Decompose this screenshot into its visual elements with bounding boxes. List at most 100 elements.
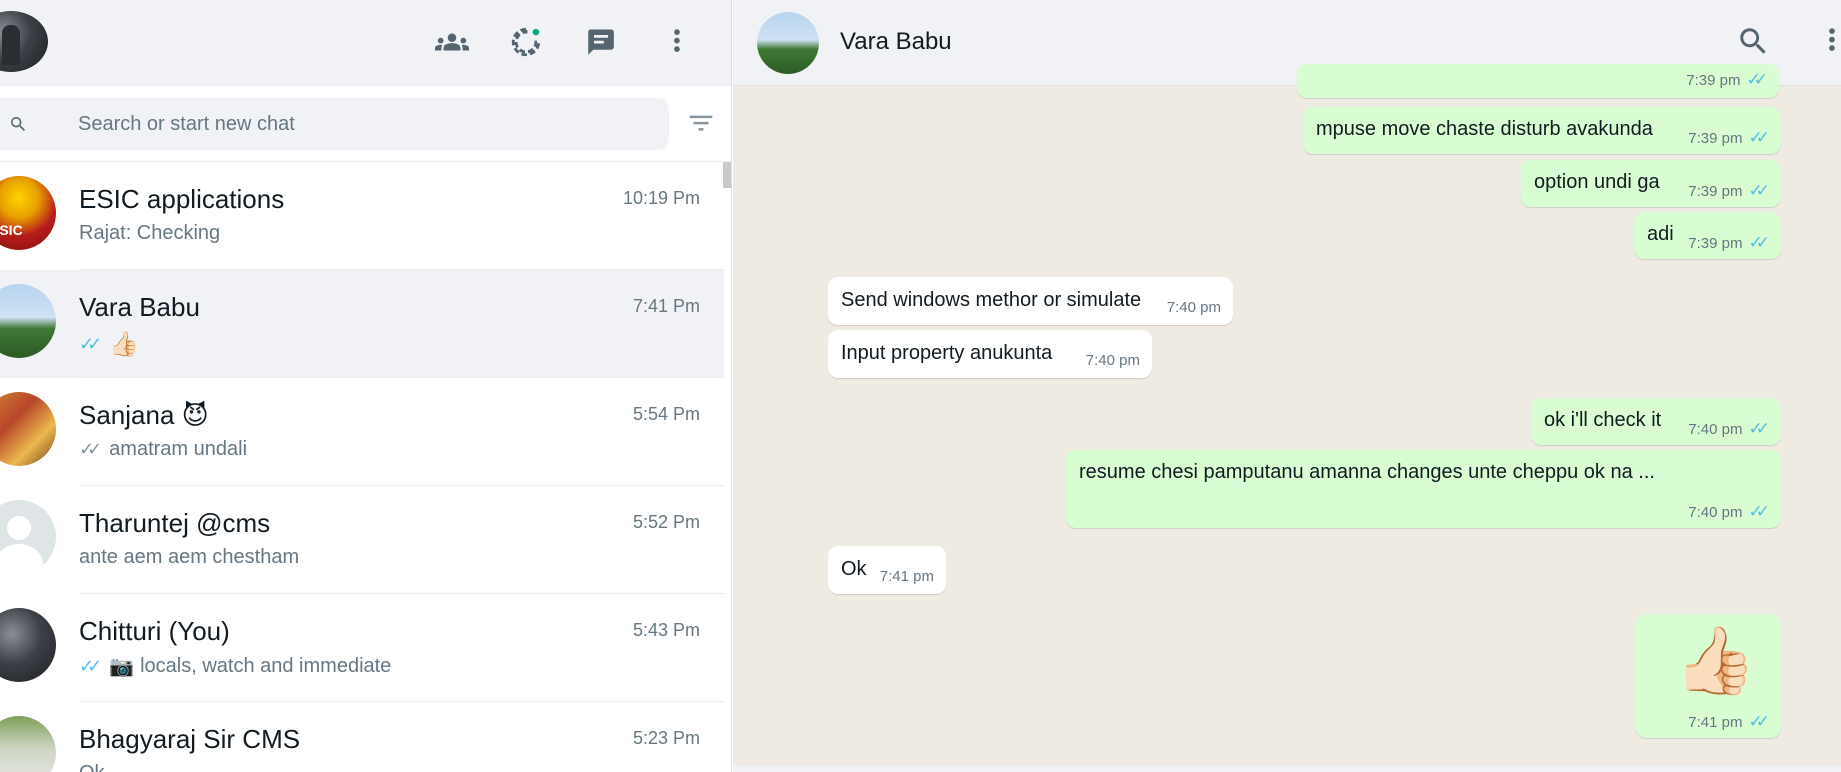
chat-preview-text: locals, watch and immediate bbox=[140, 654, 392, 677]
avatar-label: ESIC bbox=[0, 222, 23, 238]
chat-time: 5:23 Pm bbox=[632, 728, 700, 748]
message-time: 7:39 pm bbox=[1688, 129, 1743, 147]
message-text: mpuse move chaste disturb avakunda bbox=[1316, 118, 1653, 140]
chat-time: 10:19 Pm bbox=[622, 188, 700, 208]
chat-preview: ante aem aem chestham bbox=[79, 546, 299, 569]
conversation-menu-icon[interactable] bbox=[1815, 24, 1841, 62]
message-meta: 7:40 pm bbox=[1086, 352, 1140, 369]
chat-time: 5:43 Pm bbox=[632, 620, 700, 640]
chat-name: ESIC applications bbox=[79, 184, 285, 214]
contact-name[interactable]: Vara Babu bbox=[840, 28, 952, 56]
chat-item-tharuntej[interactable]: Tharuntej @cms 5:52 Pm ante aem aem ches… bbox=[0, 486, 724, 594]
avatar bbox=[0, 608, 56, 682]
chat-time: 5:54 Pm bbox=[632, 404, 700, 424]
chat-name: Chitturi (You) bbox=[79, 616, 230, 646]
message-meta: 7:39 pm ✓✓ bbox=[1688, 128, 1769, 148]
message-text: ok i'll check it bbox=[1544, 409, 1662, 431]
chat-item-esic-applications[interactable]: ESIC ESIC applications 10:19 Pm Rajat: C… bbox=[0, 162, 724, 270]
read-receipt-icon: ✓✓ bbox=[1748, 502, 1770, 521]
search-input[interactable] bbox=[78, 108, 638, 140]
message-meta: 7:40 pm ✓✓ bbox=[1688, 419, 1769, 439]
message-bubble-out[interactable]: resume chesi pamputanu amanna changes un… bbox=[1066, 450, 1781, 528]
message-bubble-out[interactable]: mpuse move chaste disturb avakunda 7:39 … bbox=[1303, 107, 1781, 154]
menu-icon[interactable] bbox=[657, 24, 697, 60]
message-time: 7:40 pm bbox=[1085, 352, 1140, 369]
chat-preview: ✓✓ 📷 locals, watch and immediate bbox=[79, 654, 391, 678]
message-meta: 7:41 pm bbox=[880, 568, 934, 585]
filter-icon[interactable] bbox=[686, 108, 716, 138]
message-text: adi bbox=[1647, 223, 1674, 245]
delivered-receipt-icon: ✓✓ bbox=[79, 439, 102, 459]
avatar bbox=[0, 392, 56, 466]
message-bubble-out[interactable]: option undi ga 7:39 pm ✓✓ bbox=[1521, 160, 1781, 207]
message-bubble-in[interactable]: Ok 7:41 pm bbox=[828, 546, 946, 594]
message-bubble-out[interactable]: 👍🏻 7:41 pm ✓✓ bbox=[1636, 614, 1781, 738]
message-time: 7:41 pm bbox=[879, 568, 934, 585]
message-time: 7:39 pm bbox=[1686, 71, 1741, 89]
message-text: Send windows methor or simulate bbox=[841, 289, 1142, 311]
chat-item-bhagyaraj-sir-cms[interactable]: Bhagyaraj Sir CMS 5:23 Pm Ok bbox=[0, 702, 724, 772]
search-row bbox=[0, 86, 731, 162]
search-messages-icon[interactable] bbox=[1736, 24, 1774, 62]
contact-avatar[interactable] bbox=[757, 12, 819, 74]
search-icon[interactable] bbox=[6, 112, 30, 136]
chat-preview-text: amatram undali bbox=[109, 438, 248, 460]
chat-name: Tharuntej @cms bbox=[79, 508, 271, 538]
communities-icon[interactable] bbox=[432, 24, 472, 60]
chat-list: ESIC ESIC applications 10:19 Pm Rajat: C… bbox=[0, 162, 724, 772]
message-time: 7:40 pm bbox=[1166, 299, 1221, 316]
conversation-pane: Vara Babu 7:39 pm ✓✓ mpuse move chaste d… bbox=[733, 0, 1841, 772]
message-meta: 7:39 pm ✓✓ bbox=[1686, 70, 1767, 90]
composer-bar[interactable] bbox=[733, 766, 1841, 772]
read-receipt-icon: ✓✓ bbox=[1748, 233, 1770, 252]
my-profile-avatar[interactable] bbox=[0, 11, 48, 72]
chat-preview-text: ante aem aem chestham bbox=[79, 546, 300, 568]
chat-list-pane: ESIC ESIC applications 10:19 Pm Rajat: C… bbox=[0, 0, 732, 772]
message-meta: 7:39 pm ✓✓ bbox=[1688, 233, 1769, 253]
read-receipt-icon: ✓✓ bbox=[79, 333, 102, 354]
chat-item-sanjana[interactable]: Sanjana 😈 5:54 Pm ✓✓ amatram undali bbox=[0, 378, 724, 486]
message-list: 7:39 pm ✓✓ mpuse move chaste disturb ava… bbox=[733, 64, 1841, 766]
message-time: 7:40 pm bbox=[1688, 503, 1743, 521]
chat-name: Sanjana 😈 bbox=[79, 400, 209, 430]
message-bubble-out[interactable]: ok i'll check it 7:40 pm ✓✓ bbox=[1531, 398, 1781, 445]
message-bubble-out[interactable]: adi 7:39 pm ✓✓ bbox=[1634, 212, 1781, 259]
chat-time: 5:52 Pm bbox=[632, 512, 700, 532]
search-box[interactable] bbox=[0, 98, 669, 150]
message-bubble-in[interactable]: Input property anukunta 7:40 pm bbox=[828, 330, 1152, 378]
status-icon[interactable] bbox=[506, 24, 546, 60]
chat-item-chitturi-you[interactable]: Chitturi (You) 5:43 Pm ✓✓ 📷 locals, watc… bbox=[0, 594, 724, 702]
message-time: 7:39 pm bbox=[1688, 182, 1743, 200]
left-header bbox=[0, 0, 731, 86]
message-text: option undi ga bbox=[1534, 171, 1660, 193]
chat-preview: ✓✓ amatram undali bbox=[79, 438, 247, 461]
message-time: 7:39 pm bbox=[1688, 234, 1743, 252]
message-bubble-out[interactable]: 7:39 pm ✓✓ bbox=[1297, 64, 1779, 98]
new-chat-icon[interactable] bbox=[581, 24, 621, 60]
read-receipt-icon: ✓✓ bbox=[1746, 70, 1768, 89]
message-text: resume chesi pamputanu amanna changes un… bbox=[1079, 461, 1655, 483]
message-meta: 7:40 pm bbox=[1167, 299, 1221, 316]
read-receipt-icon: ✓✓ bbox=[1748, 128, 1770, 147]
message-bubble-in[interactable]: Send windows methor or simulate 7:40 pm bbox=[828, 277, 1233, 325]
message-meta: 7:41 pm ✓✓ bbox=[1688, 712, 1769, 732]
thumbs-up-emoji: 👍🏻 bbox=[1674, 622, 1757, 699]
avatar bbox=[0, 284, 56, 358]
message-time: 7:41 pm bbox=[1688, 713, 1743, 731]
chat-preview-text: 👍🏻 bbox=[109, 330, 140, 358]
chat-preview-text: Rajat: Checking bbox=[79, 222, 221, 244]
default-avatar-icon bbox=[0, 500, 56, 574]
read-receipt-icon: ✓✓ bbox=[1748, 419, 1770, 438]
avatar bbox=[0, 716, 56, 772]
avatar: ESIC bbox=[0, 176, 56, 250]
chat-list-scrollbar[interactable] bbox=[723, 162, 731, 188]
message-meta: 7:40 pm ✓✓ bbox=[1688, 502, 1769, 522]
chat-preview: Ok bbox=[79, 762, 105, 772]
chat-time: 7:41 Pm bbox=[632, 296, 700, 316]
message-time: 7:40 pm bbox=[1688, 420, 1743, 438]
chat-item-vara-babu[interactable]: Vara Babu 7:41 Pm ✓✓ 👍🏻 bbox=[0, 270, 724, 378]
read-receipt-icon: ✓✓ bbox=[1748, 181, 1770, 200]
chat-preview: ✓✓ 👍🏻 bbox=[79, 330, 139, 358]
message-text: Input property anukunta bbox=[841, 342, 1053, 364]
camera-icon: 📷 bbox=[109, 654, 135, 678]
